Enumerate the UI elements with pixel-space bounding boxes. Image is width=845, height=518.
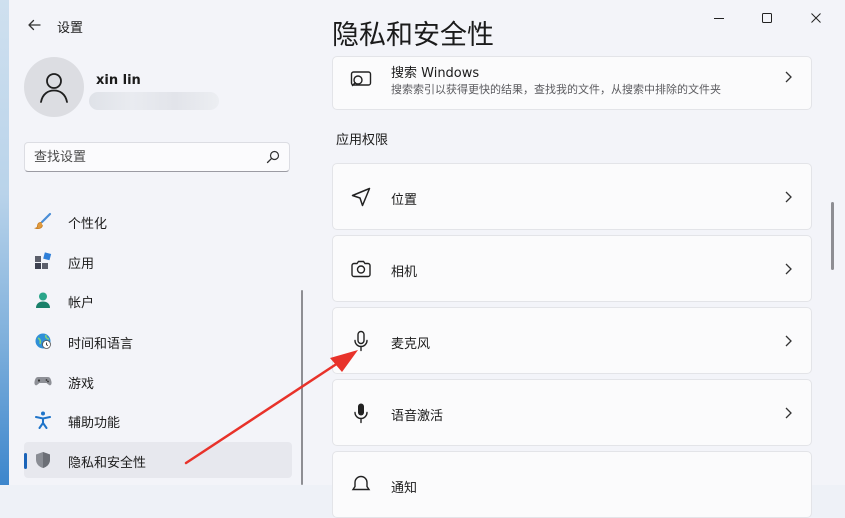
user-icon	[40, 73, 68, 103]
sidebar-item-privacy-security[interactable]: 隐私和安全性	[24, 442, 292, 478]
chevron-right-icon	[785, 407, 792, 419]
microphone-icon	[354, 330, 368, 352]
gamepad-icon	[34, 377, 52, 386]
sidebar-item-gaming[interactable]: 游戏	[24, 363, 292, 399]
sidebar-item-label: 游戏	[68, 377, 95, 392]
sidebar-item-apps[interactable]: 应用	[24, 243, 292, 279]
search-icon	[266, 150, 280, 164]
close-icon	[811, 13, 821, 23]
back-button[interactable]	[23, 14, 45, 36]
sidebar-item-label: 应用	[68, 257, 95, 272]
sidebar-item-time-language[interactable]: 时间和语言	[24, 323, 292, 359]
chevron-right-icon	[785, 263, 792, 275]
shield-icon	[36, 452, 50, 468]
maximize-icon	[762, 13, 772, 23]
content-scrollbar[interactable]	[831, 202, 834, 270]
apps-icon	[35, 252, 52, 269]
search-box[interactable]	[24, 142, 290, 172]
maximize-button[interactable]	[753, 6, 781, 30]
voice-activation-icon	[354, 403, 368, 424]
account-icon	[36, 292, 50, 308]
minimize-button[interactable]	[705, 6, 733, 30]
user-name: xin lin	[96, 73, 141, 88]
avatar[interactable]	[24, 57, 84, 117]
card-title: 麦克风	[391, 337, 431, 352]
desktop-background	[0, 0, 9, 485]
close-button[interactable]	[802, 6, 830, 30]
sidebar-item-accessibility[interactable]: 辅助功能	[24, 402, 292, 438]
sidebar-item-accounts[interactable]: 帐户	[24, 282, 292, 318]
notification-icon	[351, 475, 371, 491]
card-title: 位置	[391, 193, 418, 208]
search-windows-card[interactable]: 搜索 Windows 搜索索引以获得更快的结果，查找我的文件，从搜索中排除的文件…	[332, 56, 812, 110]
section-label: 应用权限	[336, 133, 389, 148]
sidebar-item-label: 时间和语言	[68, 337, 134, 352]
chevron-right-icon	[785, 71, 792, 83]
sidebar-item-label: 隐私和安全性	[68, 456, 147, 471]
app-title: 设置	[57, 21, 84, 36]
sidebar-item-label: 辅助功能	[68, 416, 121, 431]
page-title: 隐私和安全性	[332, 20, 494, 51]
settings-window: 设置 xin lin 个性化	[9, 0, 845, 518]
location-icon	[351, 187, 371, 207]
minimize-icon	[714, 18, 724, 19]
card-title: 搜索 Windows	[391, 66, 480, 81]
card-title: 通知	[391, 481, 418, 496]
permission-voice-activation[interactable]: 语音激活	[332, 379, 812, 446]
sidebar-item-label: 帐户	[68, 296, 95, 311]
card-title: 相机	[391, 265, 418, 280]
user-email-redacted	[89, 92, 219, 110]
camera-icon	[351, 260, 371, 278]
search-input[interactable]	[34, 148, 254, 166]
chevron-right-icon	[785, 335, 792, 347]
active-indicator	[24, 453, 27, 469]
permission-camera[interactable]: 相机	[332, 235, 812, 302]
sidebar-scrollbar[interactable]	[301, 290, 303, 485]
arrow-left-icon	[28, 19, 41, 31]
permission-microphone[interactable]: 麦克风	[332, 307, 812, 374]
sidebar-item-label: 个性化	[68, 217, 108, 232]
sidebar-item-personalization[interactable]: 个性化	[24, 203, 292, 239]
chevron-right-icon	[785, 191, 792, 203]
globe-clock-icon	[35, 333, 51, 349]
card-subtitle: 搜索索引以获得更快的结果，查找我的文件，从搜索中排除的文件夹	[391, 83, 721, 96]
permission-location[interactable]: 位置	[332, 163, 812, 230]
accessibility-icon	[35, 411, 51, 429]
paintbrush-icon	[34, 212, 52, 230]
card-title: 语音激活	[391, 409, 444, 424]
search-windows-icon	[350, 71, 372, 87]
